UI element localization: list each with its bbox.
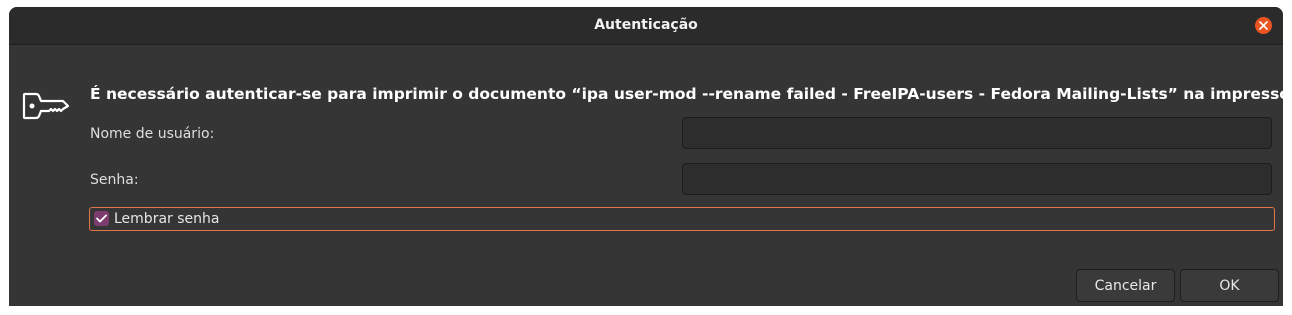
close-icon: [1259, 21, 1268, 30]
remember-password-label: Lembrar senha: [114, 211, 220, 227]
dialog-title: Autenticação: [594, 17, 698, 33]
auth-message: É necessário autenticar-se para imprimir…: [90, 85, 1283, 103]
checkbox-box[interactable]: [94, 211, 109, 226]
password-label: Senha:: [90, 172, 139, 188]
titlebar: Autenticação: [9, 7, 1283, 45]
key-icon: [22, 92, 70, 120]
checkmark-icon: [96, 214, 107, 223]
auth-dialog: Autenticação É necessário autenticar-se …: [9, 7, 1283, 306]
remember-password-checkbox[interactable]: Lembrar senha: [89, 207, 1275, 231]
close-button[interactable]: [1255, 17, 1272, 34]
password-input[interactable]: [682, 163, 1272, 195]
ok-button[interactable]: OK: [1180, 269, 1279, 302]
cancel-button[interactable]: Cancelar: [1076, 269, 1175, 302]
username-input[interactable]: [682, 117, 1272, 149]
username-label: Nome de usuário:: [90, 126, 215, 142]
